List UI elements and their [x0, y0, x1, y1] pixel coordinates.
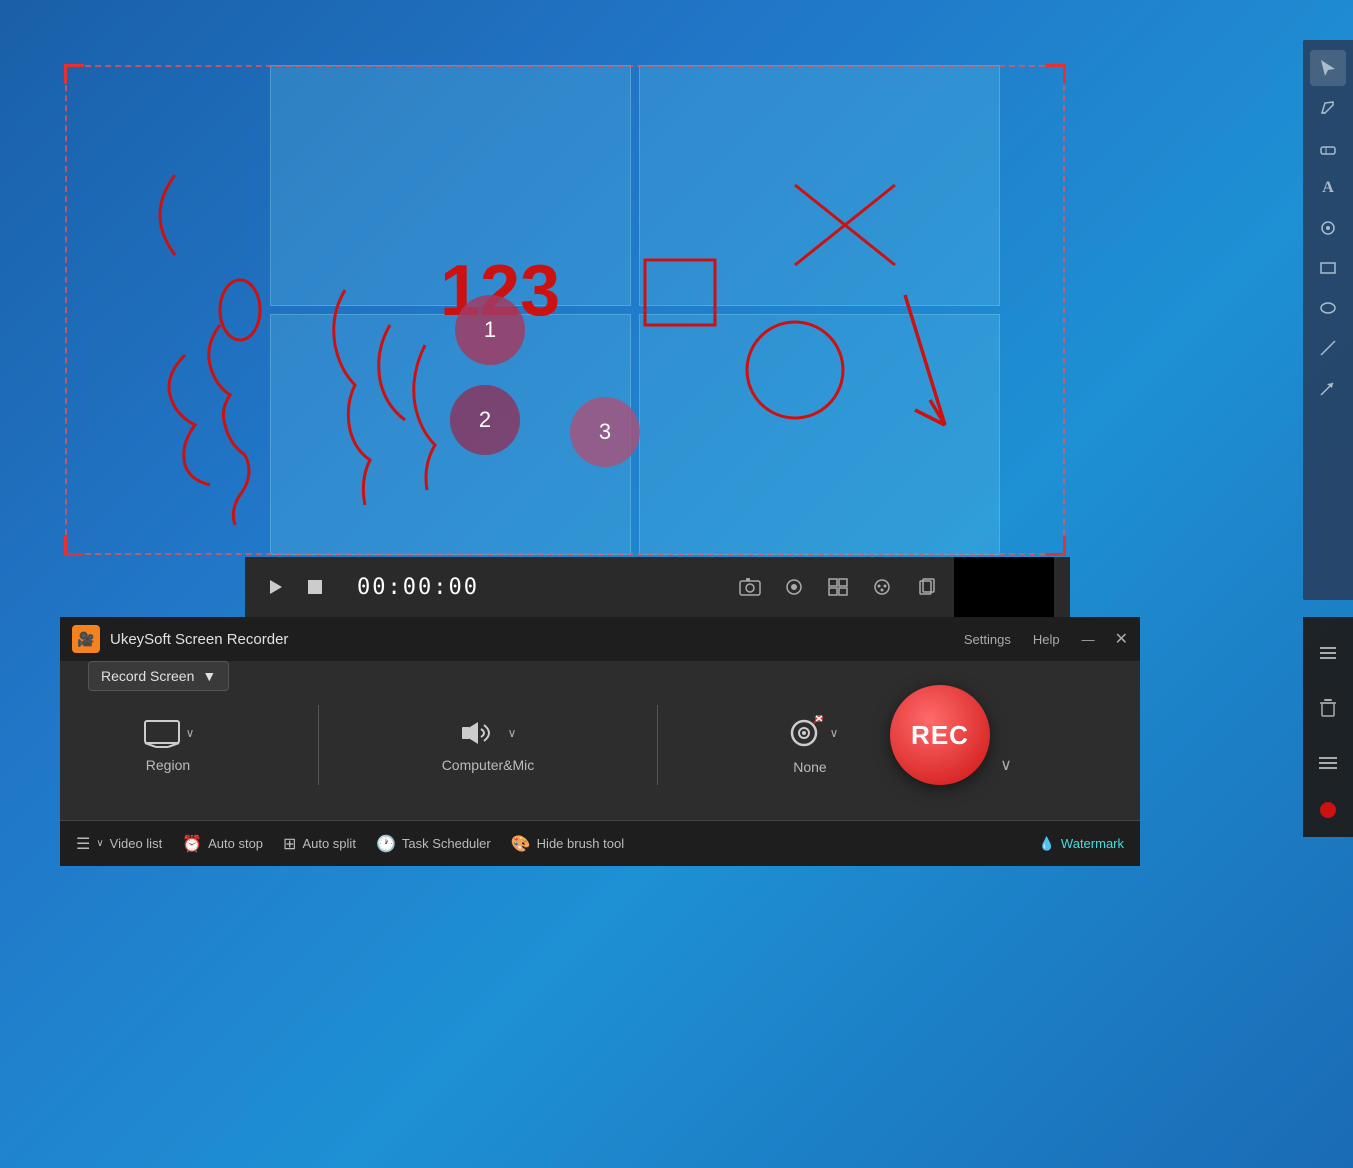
video-list-label: Video list: [110, 836, 163, 851]
audio-label: Computer&Mic: [442, 757, 535, 773]
text-tool-button[interactable]: A: [1310, 170, 1346, 206]
rm-trash-button[interactable]: [1312, 692, 1344, 724]
corner-tr: [1046, 64, 1066, 84]
corner-tl: [64, 64, 84, 84]
auto-split-icon: ⊞: [283, 834, 296, 854]
watermark-icon: 💧: [1039, 836, 1055, 852]
mode-caret: ▼: [202, 668, 216, 684]
screenshot-button[interactable]: [734, 571, 766, 603]
minimize-button[interactable]: —: [1076, 632, 1101, 647]
close-button[interactable]: ✕: [1115, 629, 1128, 649]
rectangle-tool-button[interactable]: [1310, 250, 1346, 286]
ellipse-tool-button[interactable]: [1310, 290, 1346, 326]
region-control[interactable]: ∨ Region: [142, 717, 195, 773]
rec-button[interactable]: REC: [890, 685, 990, 785]
help-button[interactable]: Help: [1027, 632, 1066, 647]
camera-icon: ∨: [782, 715, 839, 751]
watermark-label: Watermark: [1061, 836, 1124, 851]
auto-stop-label: Auto stop: [208, 836, 263, 851]
mode-label: Record Screen: [101, 668, 194, 684]
playback-timer: 00:00:00: [357, 575, 479, 600]
right-toolbar: A: [1303, 40, 1353, 600]
recorder-titlebar: 🎥 UkeySoft Screen Recorder Settings Help…: [60, 617, 1140, 661]
hide-brush-button[interactable]: 🎨 Hide brush tool: [511, 834, 624, 854]
stop-button[interactable]: [301, 573, 329, 601]
bottom-bar: ☰ ∨ Video list ⏰ Auto stop ⊞ Auto split …: [60, 820, 1140, 866]
pen-tool-button[interactable]: [1310, 90, 1346, 126]
corner-br: [1046, 536, 1066, 556]
task-scheduler-icon: 🕐: [376, 834, 396, 854]
region-icon: ∨: [142, 717, 195, 749]
cursor-tool-button[interactable]: [1310, 50, 1346, 86]
divider-1: [318, 705, 319, 785]
audio-control[interactable]: ∨ Computer&Mic: [442, 717, 535, 773]
camera-control[interactable]: ∨ None: [782, 715, 839, 775]
rec-caret[interactable]: ∨: [994, 753, 1018, 777]
preview-area: [954, 557, 1054, 617]
video-list-icon: ☰: [76, 834, 90, 854]
auto-split-label: Auto split: [302, 836, 355, 851]
eraser-tool-button[interactable]: [1310, 130, 1346, 166]
task-scheduler-label: Task Scheduler: [402, 836, 491, 851]
app-icon: 🎥: [72, 625, 100, 653]
rm-menu-button[interactable]: [1312, 747, 1344, 779]
play-button[interactable]: [261, 573, 289, 601]
audio-icon: ∨: [460, 717, 517, 749]
divider-2: [657, 705, 658, 785]
rm-settings-button[interactable]: [1312, 637, 1344, 669]
hide-brush-icon: 🎨: [511, 834, 531, 854]
corner-bl: [64, 536, 84, 556]
record-region-button[interactable]: [778, 571, 810, 603]
controls-area: ∨ Region ∨ Computer&Mic: [80, 695, 900, 795]
settings-button[interactable]: Settings: [958, 632, 1017, 647]
mode-dropdown[interactable]: Record Screen ▼: [88, 661, 229, 691]
copy-button[interactable]: [910, 571, 942, 603]
layout-button[interactable]: [822, 571, 854, 603]
hide-brush-label: Hide brush tool: [537, 836, 624, 851]
auto-stop-button[interactable]: ⏰ Auto stop: [182, 834, 263, 854]
video-list-caret: ∨: [96, 838, 103, 849]
auto-split-button[interactable]: ⊞ Auto split: [283, 834, 356, 854]
video-list-button[interactable]: ☰ ∨ Video list: [76, 834, 162, 854]
spotlight-tool-button[interactable]: [1310, 210, 1346, 246]
app-title: UkeySoft Screen Recorder: [110, 631, 948, 648]
arrow-tool-button[interactable]: [1310, 370, 1346, 406]
region-label: Region: [146, 757, 190, 773]
rm-rec-indicator: [1320, 802, 1336, 818]
camera-label: None: [793, 759, 826, 775]
right-mini-controls: [1303, 617, 1353, 837]
auto-stop-icon: ⏰: [182, 834, 202, 854]
watermark-button[interactable]: 💧 Watermark: [1039, 836, 1124, 852]
rec-button-area: REC ∨: [890, 685, 1018, 785]
task-scheduler-button[interactable]: 🕐 Task Scheduler: [376, 834, 491, 854]
palette-button[interactable]: [866, 571, 898, 603]
playback-bar: 00:00:00: [245, 557, 1070, 617]
line-tool-button[interactable]: [1310, 330, 1346, 366]
recording-frame: [65, 65, 1065, 555]
